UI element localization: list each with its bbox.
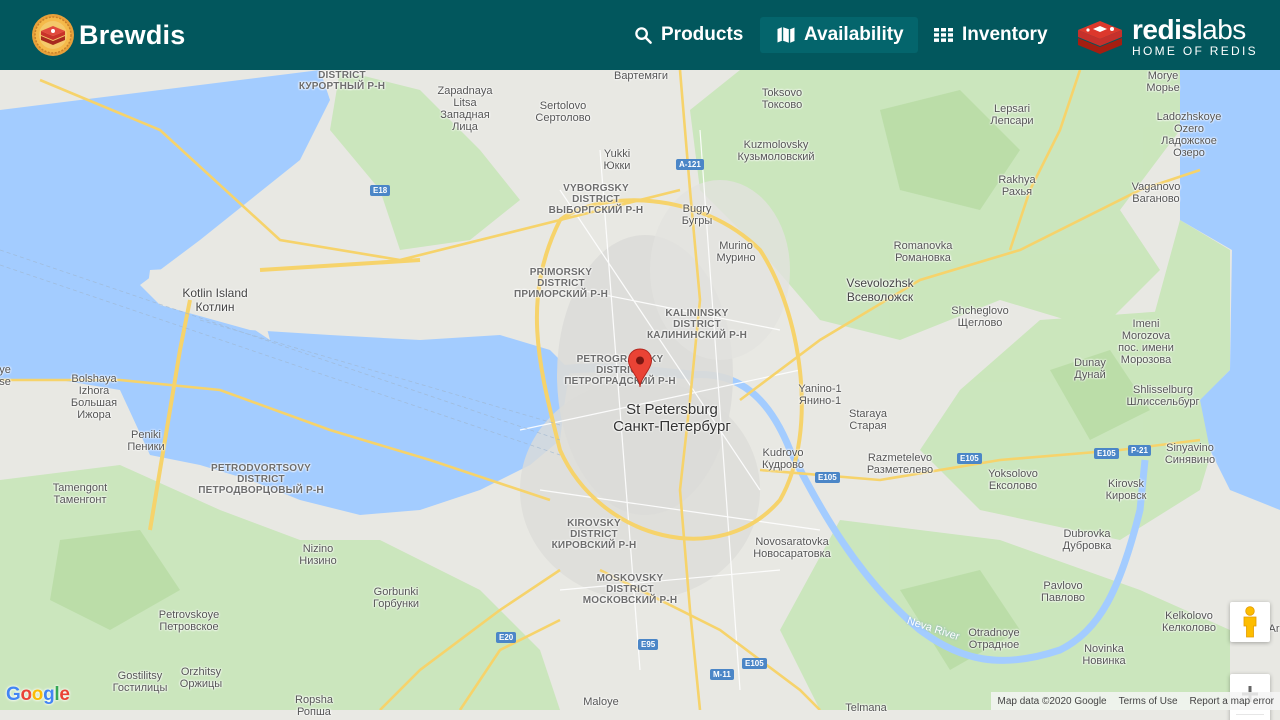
place-label: Toksovo Токсово bbox=[761, 87, 803, 111]
place-label: Ar bbox=[1268, 623, 1280, 635]
road-shield: E105 bbox=[1094, 448, 1119, 459]
place-label: Murino Мурино bbox=[716, 240, 756, 264]
grid-icon bbox=[934, 28, 953, 42]
nav-products[interactable]: Products bbox=[634, 17, 743, 53]
place-label: PETROGRADSKY DISTRICT ПЕТРОГРАДСКИЙ Р-Н bbox=[564, 354, 676, 387]
place-label: Sinyavino Синявино bbox=[1164, 442, 1216, 466]
place-label: VYBORGSKY DISTRICT ВЫБОРГСКИЙ Р-Н bbox=[548, 183, 644, 216]
redislabs-logo[interactable]: redislabs HOME OF REDIS bbox=[1076, 14, 1258, 58]
place-label: Tamengont Тамен­гонт bbox=[52, 482, 108, 506]
road-shield: A-121 bbox=[676, 159, 704, 170]
road-shield: E105 bbox=[815, 472, 840, 483]
google-logo-text: Google bbox=[6, 684, 70, 705]
nav-availability[interactable]: Availability bbox=[760, 17, 918, 53]
place-label: Kuzmolovsky Кузьмоловский bbox=[737, 139, 815, 163]
place-label: KIROVSKY DISTRICT КИРОВСКИЙ Р-Н bbox=[551, 518, 637, 551]
place-label: Bugry Бугры bbox=[681, 203, 713, 227]
place-label: Telmana bbox=[845, 702, 887, 714]
place-label: Petrovskoye Петровское bbox=[158, 609, 220, 633]
place-label: MOSKOVSKY DISTRICT МОСКОВСКИЙ Р-Н bbox=[582, 573, 678, 606]
place-label: Bolshaya Izhora Большая Ижора bbox=[70, 373, 118, 421]
place-label: Peniki Пеники bbox=[127, 429, 165, 453]
place-label: Orzhitsy Оржицы bbox=[179, 666, 223, 690]
place-label: Dubrovka Дубровка bbox=[1062, 528, 1112, 552]
road-shield: E20 bbox=[496, 632, 517, 643]
map-attribution-bar: Map data ©2020 Google Terms of Use Repor… bbox=[991, 692, 1280, 710]
place-label: Otradnoye Отрадное bbox=[968, 627, 1020, 651]
report-map-error-link[interactable]: Report a map error bbox=[1184, 696, 1280, 707]
nav-inventory[interactable]: Inventory bbox=[934, 17, 1048, 53]
partner-name: redislabs bbox=[1132, 13, 1246, 45]
nav-availability-label: Availability bbox=[804, 24, 904, 45]
brand-name: Brewdis bbox=[79, 19, 186, 50]
place-label: ye se bbox=[0, 364, 11, 388]
map-attribution: Map data ©2020 Google bbox=[997, 695, 1107, 707]
terms-of-use-link[interactable]: Terms of Use bbox=[1113, 696, 1184, 707]
pegman-icon bbox=[1243, 606, 1257, 638]
redis-cube-icon bbox=[1078, 21, 1122, 54]
place-label: Vsevolozhsk Всеволожск bbox=[846, 276, 914, 304]
place-label: Yanino-1 Янино-1 bbox=[798, 383, 842, 407]
place-label: Novosaratovka Новосаратовка bbox=[753, 536, 831, 560]
place-label: Pavlovo Павлово bbox=[1040, 580, 1086, 604]
place-label: Novinka Новинка bbox=[1082, 643, 1126, 667]
location-pin-icon[interactable] bbox=[627, 348, 653, 388]
place-label: Gorbunki Горбунки bbox=[372, 586, 420, 610]
place-label: Ladozhskoye Ozero Ладожское Озеро bbox=[1156, 111, 1222, 159]
brand[interactable]: Brewdis bbox=[31, 13, 185, 57]
place-label: Вартемяги bbox=[613, 70, 669, 82]
place-label: Kudrovo Кудрово bbox=[761, 447, 805, 471]
place-label: Razmetelevo Разметелево bbox=[866, 452, 934, 476]
road-shield: M-11 bbox=[710, 669, 734, 680]
place-label: Yoksolovo Ексолово bbox=[988, 468, 1038, 492]
place-label: KALININSKY DISTRICT КАЛИНИНСКИЙ Р-Н bbox=[647, 308, 747, 341]
place-label: PETRODVORTSOVY DISTRICT ПЕТРОДВОРЦОВЫЙ Р-Н bbox=[198, 463, 324, 496]
google-logo[interactable]: Google bbox=[6, 684, 70, 706]
place-label: Dunay Дунай bbox=[1074, 357, 1106, 381]
place-label: Maloye bbox=[583, 696, 619, 708]
road-shield: P-21 bbox=[1128, 445, 1151, 456]
street-view-pegman-button[interactable] bbox=[1230, 602, 1270, 642]
place-label: St Petersburg Санкт-Петербург bbox=[613, 401, 731, 435]
place-label: Rakhya Рахья bbox=[998, 174, 1036, 198]
place-label: Morye Морье bbox=[1146, 70, 1180, 94]
availability-map[interactable]: DISTRICT КУРОРТНЫЙ Р-Н Вартемяги Morye Морье… bbox=[0, 70, 1280, 720]
search-icon bbox=[635, 26, 652, 44]
place-label: Staraya Старая bbox=[849, 408, 887, 432]
road-shield: E105 bbox=[742, 658, 767, 669]
place-label: Sertolovo Сертолово bbox=[535, 100, 591, 124]
place-label: Kotlin Island Котлин bbox=[182, 286, 248, 314]
place-label: Ropsha Ропша bbox=[295, 694, 333, 718]
place-label: Lepsari Лепсари bbox=[990, 103, 1034, 127]
place-label: Zapadnaya Litsa Западная Лица bbox=[437, 85, 493, 133]
place-label: Imeni Morozova пос. имени Морозова bbox=[1118, 318, 1174, 366]
place-label: Gostilitsy Гостилицы bbox=[112, 670, 168, 694]
place-label: Kelkolovo Келколово bbox=[1162, 610, 1216, 634]
place-label: Shlisselburg Шлиссельбург bbox=[1126, 384, 1200, 408]
place-label: Nizino Низино bbox=[299, 543, 337, 567]
place-label: Romanovka Романовка bbox=[893, 240, 953, 264]
map-icon bbox=[777, 27, 795, 43]
place-label: DISTRICT КУРОРТНЫЙ Р-Н bbox=[298, 70, 386, 92]
nav-products-label: Products bbox=[661, 24, 744, 45]
road-shield: E18 bbox=[370, 185, 391, 196]
brewdis-logo-icon bbox=[32, 14, 74, 56]
place-label: Vaganovo Ваганово bbox=[1131, 181, 1181, 205]
place-label: Kirovsk Кировск bbox=[1105, 478, 1147, 502]
partner-tagline: HOME OF REDIS bbox=[1132, 43, 1258, 58]
road-shield: E105 bbox=[957, 453, 982, 464]
place-label: PRIMORSKY DISTRICT ПРИМОРСКИЙ Р-Н bbox=[513, 267, 609, 300]
road-shield: E95 bbox=[638, 639, 659, 650]
place-label: Shcheglovo Щеглово bbox=[951, 305, 1009, 329]
place-label: Yukki Юкки bbox=[603, 148, 631, 172]
top-navigation-bar: Brewdis Products Availability Inventory … bbox=[0, 0, 1280, 70]
app-root: Brewdis Products Availability Inventory … bbox=[0, 0, 1280, 720]
nav-inventory-label: Inventory bbox=[962, 24, 1048, 45]
zoom-out-button[interactable] bbox=[1230, 715, 1270, 720]
